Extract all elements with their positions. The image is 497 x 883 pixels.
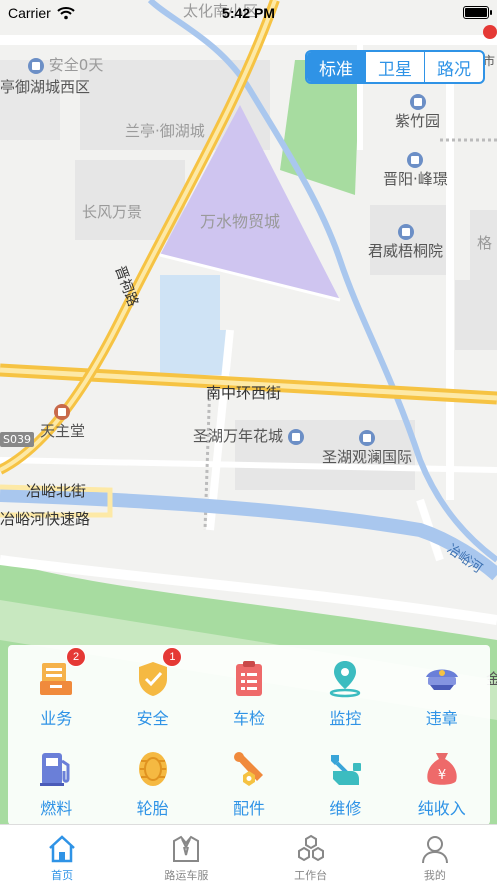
fuel-pump-icon xyxy=(40,753,70,786)
func-monitor[interactable]: 监控 xyxy=(297,645,393,735)
inspection-clipboard-icon xyxy=(235,661,262,696)
tire-icon xyxy=(138,752,167,786)
map-label-ge: 格 xyxy=(477,234,493,252)
func-fuel[interactable]: 燃料 xyxy=(8,735,104,825)
person-icon xyxy=(421,836,448,864)
map-mode-traffic[interactable]: 路况 xyxy=(424,52,483,82)
map-label-zhuyuan: 紫竹园 xyxy=(395,92,440,131)
status-bar: Carrier 5:42 PM xyxy=(0,0,497,26)
poi-pin-icon xyxy=(397,223,414,240)
poi-pin-icon xyxy=(409,93,426,110)
workbench-hexagon-icon xyxy=(297,834,324,862)
uniform-icon xyxy=(173,835,200,862)
func-repair-label: 维修 xyxy=(329,799,362,818)
tab-workbench-label: 工作台 xyxy=(294,869,328,882)
police-cap-icon xyxy=(425,669,458,690)
map-label-s039: S039 xyxy=(0,432,34,447)
map-mode-satellite[interactable]: 卫星 xyxy=(365,52,424,82)
map-label-shenghu-wannian: 圣湖万年花城 xyxy=(193,425,304,446)
map-label-jinyang: 晋阳·峰璟 xyxy=(383,150,448,189)
map-label-lanting: 兰亭·御湖城 xyxy=(125,122,205,140)
func-repair[interactable]: 维修 xyxy=(297,735,393,825)
poi-pin-icon xyxy=(359,429,375,446)
map-label-anquan-text: 安全0天 xyxy=(48,56,104,74)
tab-home-label: 首页 xyxy=(51,869,74,882)
poi-pin-icon xyxy=(407,151,424,168)
func-parts[interactable]: 配件 xyxy=(201,735,297,825)
home-icon xyxy=(49,835,75,863)
map-label-shenghu-wannian-text: 圣湖万年花城 xyxy=(193,427,284,445)
poi-pin-icon xyxy=(287,428,304,445)
func-monitor-label: 监控 xyxy=(329,709,362,728)
func-inspection[interactable]: 车检 xyxy=(201,645,297,735)
map-label-yeyu-north: 冶峪北街 xyxy=(26,482,87,500)
func-tire-label: 轮胎 xyxy=(136,799,169,818)
tab-mine[interactable]: 我的 xyxy=(373,825,497,883)
map-label-changfeng: 长风万景 xyxy=(82,203,143,221)
tab-home[interactable]: 首页 xyxy=(0,825,124,883)
func-business-label: 业务 xyxy=(40,709,73,728)
func-safety-label: 安全 xyxy=(136,709,169,728)
func-inspection-label: 车检 xyxy=(232,709,265,728)
money-bag-icon: ¥ xyxy=(427,753,457,785)
battery-icon xyxy=(463,6,492,19)
func-violation-label: 违章 xyxy=(425,709,458,728)
business-badge: 2 xyxy=(66,647,86,667)
map-label-junwei: 君威梧桐院 xyxy=(368,222,443,261)
map-label-tianzhutang: 天主堂 xyxy=(40,402,85,441)
map-label-wanshui: 万水物贸城 xyxy=(200,212,281,231)
func-net-income[interactable]: ¥ 纯收入 xyxy=(394,735,490,825)
tab-vehicle-service-label: 路运车服 xyxy=(164,869,209,882)
map-label-jinyang-text: 晋阳·峰璟 xyxy=(383,170,448,188)
map-label-anquan: 安全0天 xyxy=(28,54,103,75)
map-label-nanzhong: 南中环西街 xyxy=(206,384,282,402)
poi-pin-icon xyxy=(28,57,44,74)
func-fuel-label: 燃料 xyxy=(40,799,73,818)
func-safety[interactable]: 1 安全 xyxy=(104,645,200,735)
map-label-shenghu-guanlan-text: 圣湖观澜国际 xyxy=(322,448,413,466)
repair-hand-icon xyxy=(331,755,362,785)
tab-workbench[interactable]: 工作台 xyxy=(249,825,373,883)
map-label-zhuyuan-text: 紫竹园 xyxy=(395,112,441,130)
tab-bar: 首页 路运车服 工作台 我的 xyxy=(0,824,497,883)
map-label-junwei-text: 君威梧桐院 xyxy=(368,242,444,260)
tab-vehicle-service[interactable]: 路运车服 xyxy=(124,825,248,883)
function-panel: 2 业务 1 安全 车检 监控 违章 燃料 轮胎 配件 维修 ¥ 纯收入 xyxy=(8,645,490,825)
func-net-income-label: 纯收入 xyxy=(417,799,466,818)
func-parts-label: 配件 xyxy=(232,799,265,818)
map-label-tianzhutang-text: 天主堂 xyxy=(40,422,86,440)
map-mode-standard[interactable]: 标准 xyxy=(307,52,365,82)
location-monitor-icon xyxy=(330,661,361,698)
map-mode-switch: 标准 卫星 路况 xyxy=(305,50,485,84)
map-label-shenghu-guanlan: 圣湖观澜国际 xyxy=(322,428,412,467)
svg-text:¥: ¥ xyxy=(438,768,446,783)
wrench-bolt-icon xyxy=(233,752,263,786)
carrier-label: Carrier xyxy=(8,5,51,21)
func-tire[interactable]: 轮胎 xyxy=(104,735,200,825)
func-business[interactable]: 2 业务 xyxy=(8,645,104,735)
map-label-yeyu-expressway: 冶峪河快速路 xyxy=(0,510,91,528)
wifi-icon xyxy=(57,7,75,20)
safety-badge: 1 xyxy=(162,647,183,667)
func-violation[interactable]: 违章 xyxy=(394,645,490,735)
tab-mine-label: 我的 xyxy=(423,869,446,882)
poi-pin-icon xyxy=(54,403,70,420)
map-label-yuhu-west: 亭御湖城西区 xyxy=(0,78,91,96)
